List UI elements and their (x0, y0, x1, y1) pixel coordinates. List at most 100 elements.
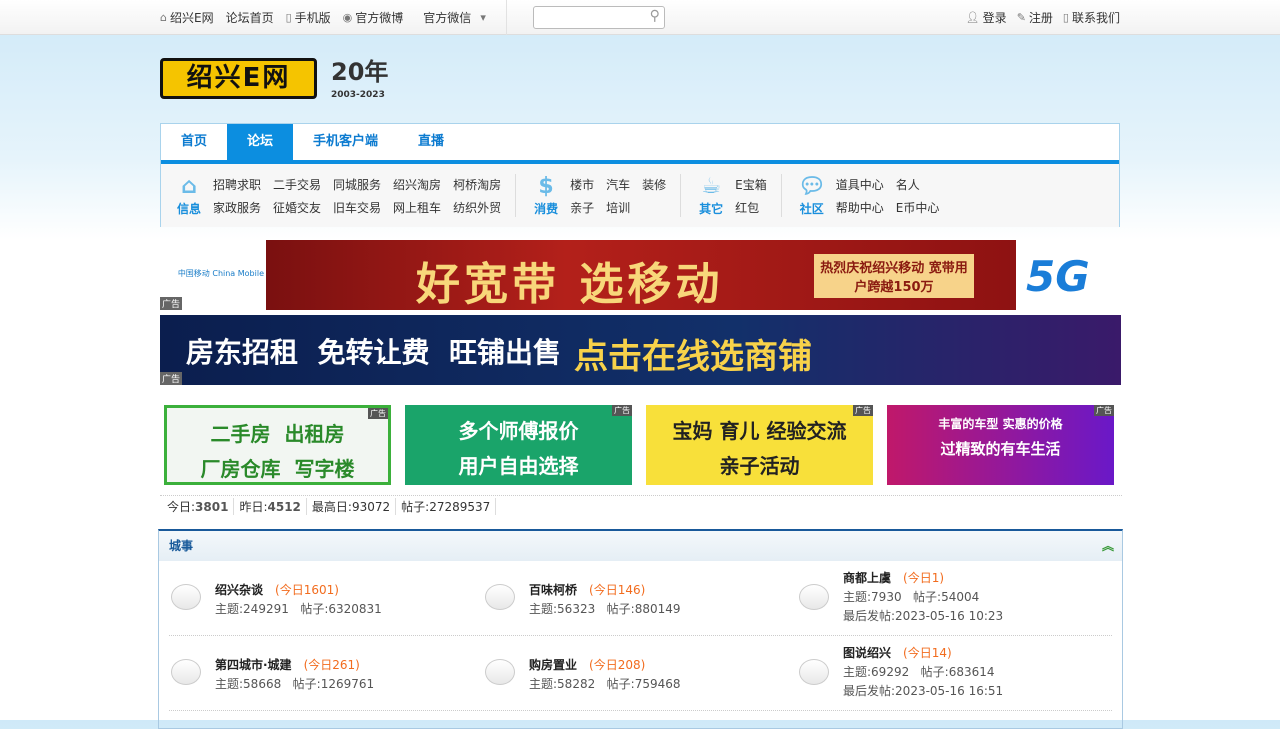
subnav-link[interactable]: 装修 (642, 176, 666, 193)
subnav-link[interactable]: 亲子 (570, 199, 594, 216)
ad-line: 宝妈 育儿 经验交流 (672, 419, 847, 443)
ad-line: 多个师傅报价 (458, 419, 579, 443)
ad-highlight: 点击在线选商铺 (574, 337, 812, 377)
board-name-link[interactable]: 绍兴杂谈 (215, 583, 263, 597)
ad-5g-logo: 5G (1026, 252, 1090, 301)
today-count: (今日1) (903, 571, 945, 585)
ad-small[interactable]: 丰富的车型 实惠的价格 过精致的有车生活 广告 (887, 405, 1114, 485)
tab-live[interactable]: 直播 (398, 124, 464, 160)
board-name-link[interactable]: 商都上虞 (843, 571, 891, 585)
board-row: 第四城市·城建 (今日261) 主题:58668 帖子:1269761 购房置业 (今日… (169, 636, 1112, 711)
subnav-link[interactable]: 绍兴淘房 (393, 176, 441, 193)
speech-bubble-icon (799, 659, 829, 685)
site-logo[interactable]: 绍兴E网 (160, 58, 317, 99)
today-count: (今日14) (903, 646, 952, 660)
board-name-link[interactable]: 购房置业 (529, 658, 577, 672)
ad-tag: 广告 (1094, 405, 1114, 416)
group-label: 消费 (534, 202, 559, 216)
search-input[interactable]: ⚲ (532, 6, 665, 29)
subnav-link[interactable]: E宝箱 (735, 176, 767, 193)
subnav-link[interactable]: 帮助中心 (836, 199, 884, 216)
ad-tag: 广告 (160, 372, 183, 385)
ad-small[interactable]: 宝妈 育儿 经验交流 亲子活动 广告 (646, 405, 873, 485)
ad-line: 厂房仓库 写字楼 (200, 457, 355, 481)
forum-category-chengshi: 城事 ︽ 绍兴杂谈 (今日1601) 主题:249291 帖子:6320831 百味柯桥… (158, 529, 1123, 729)
subnav-link[interactable]: 征婚交友 (273, 199, 321, 216)
post-count: 帖子:683614 (920, 665, 995, 679)
subnav-link[interactable]: E币中心 (896, 199, 940, 216)
contact-link[interactable]: ▯ 联系我们 (1063, 9, 1120, 26)
subnav-group: $ 消费 楼市 汽车 装修亲子 培训 (528, 174, 682, 217)
board-name-link[interactable]: 第四城市·城建 (215, 658, 292, 672)
ad-tag: 广告 (160, 297, 183, 310)
subnav-link[interactable]: 旧车交易 (333, 199, 381, 216)
ad-tag: 广告 (368, 408, 388, 419)
top-bar: ⌂ 绍兴E网 论坛首页 ▯ 手机版 ◉ 官方微博 官方微信 ▾ ⚲ 👤︎ 登录 ✎ 注册 ▯… (0, 0, 1280, 35)
china-mobile-logo: 中国移动 China Mobile (177, 269, 264, 278)
tab-forum[interactable]: 论坛 (227, 124, 294, 160)
board-item: 购房置业 (今日208) 主题:58282 帖子:759468 (483, 646, 797, 710)
subnav-link[interactable]: 楼市 (570, 176, 594, 193)
subnav-group-head[interactable]: $ 消费 (528, 174, 564, 217)
login-link[interactable]: 👤︎ 登录 (966, 9, 1007, 26)
weibo-link[interactable]: ◉ 官方微博 (343, 9, 404, 26)
tab-mobile-client[interactable]: 手机客户端 (293, 124, 398, 160)
tab-home[interactable]: 首页 (161, 124, 227, 160)
subnav-link[interactable]: 家政服务 (213, 199, 261, 216)
register-link[interactable]: ✎ 注册 (1017, 9, 1053, 26)
collapse-icon[interactable]: ︽ (1102, 531, 1114, 561)
ad-tag: 广告 (612, 405, 632, 416)
weibo-icon: ◉ (342, 11, 353, 24)
search-icon[interactable]: ⚲ (650, 8, 660, 24)
home-label: 绍兴E网 (169, 11, 214, 25)
subnav-group: 💬︎ 社区 道具中心 名人 帮助中心 E币中心 (794, 174, 954, 217)
subnav-link[interactable]: 红包 (735, 199, 767, 216)
speech-bubble-icon (171, 659, 201, 685)
ad-line: 二手房 出租房 (210, 422, 345, 446)
subnav-link[interactable]: 柯桥淘房 (453, 176, 501, 193)
subnav-link[interactable]: 纺织外贸 (453, 199, 501, 216)
subnav-link[interactable]: 汽车 (606, 176, 630, 193)
forum-home-link[interactable]: 论坛首页 (226, 9, 274, 26)
caret-down-icon: ▾ (480, 11, 486, 24)
mobile-label: 手机版 (294, 11, 331, 25)
ad-small[interactable]: 多个师傅报价 用户自由选择 广告 (405, 405, 632, 485)
ad-shops[interactable]: 房东招租 免转让费 旺铺出售 点击在线选商铺 广告 (160, 315, 1121, 385)
subnav-link[interactable]: 招聘求职 (213, 176, 261, 193)
board-row: 绍兴杂谈 (今日1601) 主题:249291 帖子:6320831 百味柯桥 (今日1… (169, 561, 1112, 636)
board-name-link[interactable]: 百味柯桥 (529, 583, 577, 597)
post-count: 帖子:759468 (606, 677, 681, 691)
phone-icon: ▯ (285, 11, 292, 24)
home-link[interactable]: ⌂ 绍兴E网 (160, 9, 214, 26)
subnav-link[interactable]: 同城服务 (333, 176, 381, 193)
group-label: 社区 (799, 202, 824, 216)
category-title[interactable]: 城事 (169, 539, 193, 553)
wechat-dropdown[interactable]: 官方微信 ▾ (423, 9, 486, 26)
today-count: (今日261) (303, 658, 360, 672)
ad-line: 亲子活动 (719, 454, 800, 478)
today-count: (今日208) (589, 658, 646, 672)
stat-yesterday: 昨日:4512 (234, 498, 307, 515)
subnav-link[interactable]: 网上租车 (393, 199, 441, 216)
board-name-link[interactable]: 图说绍兴 (843, 646, 891, 660)
post-count: 帖子:6320831 (300, 602, 382, 616)
subnav-link[interactable]: 名人 (896, 176, 940, 193)
ad-broadband[interactable]: 中国移动 China Mobile 好宽带 选移动 热烈庆祝绍兴移动 宽带用户跨… (160, 240, 1120, 310)
subnav-group-head[interactable]: 💬︎ 社区 (794, 174, 830, 217)
subnav-link[interactable]: 道具中心 (836, 176, 884, 193)
stat-posts: 帖子:27289537 (396, 498, 497, 515)
board-item: 第四城市·城建 (今日261) 主题:58668 帖子:1269761 (169, 646, 483, 710)
mobile-link[interactable]: ▯ 手机版 (286, 9, 331, 26)
ad-small[interactable]: 二手房 出租房 厂房仓库 写字楼 广告 (164, 405, 391, 485)
subnav-group-head[interactable]: ⌂ 信息 (171, 174, 207, 217)
subnav-link[interactable]: 二手交易 (273, 176, 321, 193)
subnav-link[interactable]: 培训 (606, 199, 630, 216)
board-item: 绍兴杂谈 (今日1601) 主题:249291 帖子:6320831 (169, 571, 483, 635)
speech-bubble-icon (171, 584, 201, 610)
weibo-label: 官方微博 (355, 11, 404, 25)
subnav-group-head[interactable]: ☕ 其它 (693, 174, 729, 217)
ad-subline: 热烈庆祝绍兴移动 宽带用户跨越150万 (814, 254, 974, 298)
last-post[interactable]: 最后发帖:2023-05-16 16:51 (843, 682, 1003, 701)
ad-line: 用户自由选择 (458, 454, 579, 478)
last-post[interactable]: 最后发帖:2023-05-16 10:23 (843, 607, 1003, 626)
